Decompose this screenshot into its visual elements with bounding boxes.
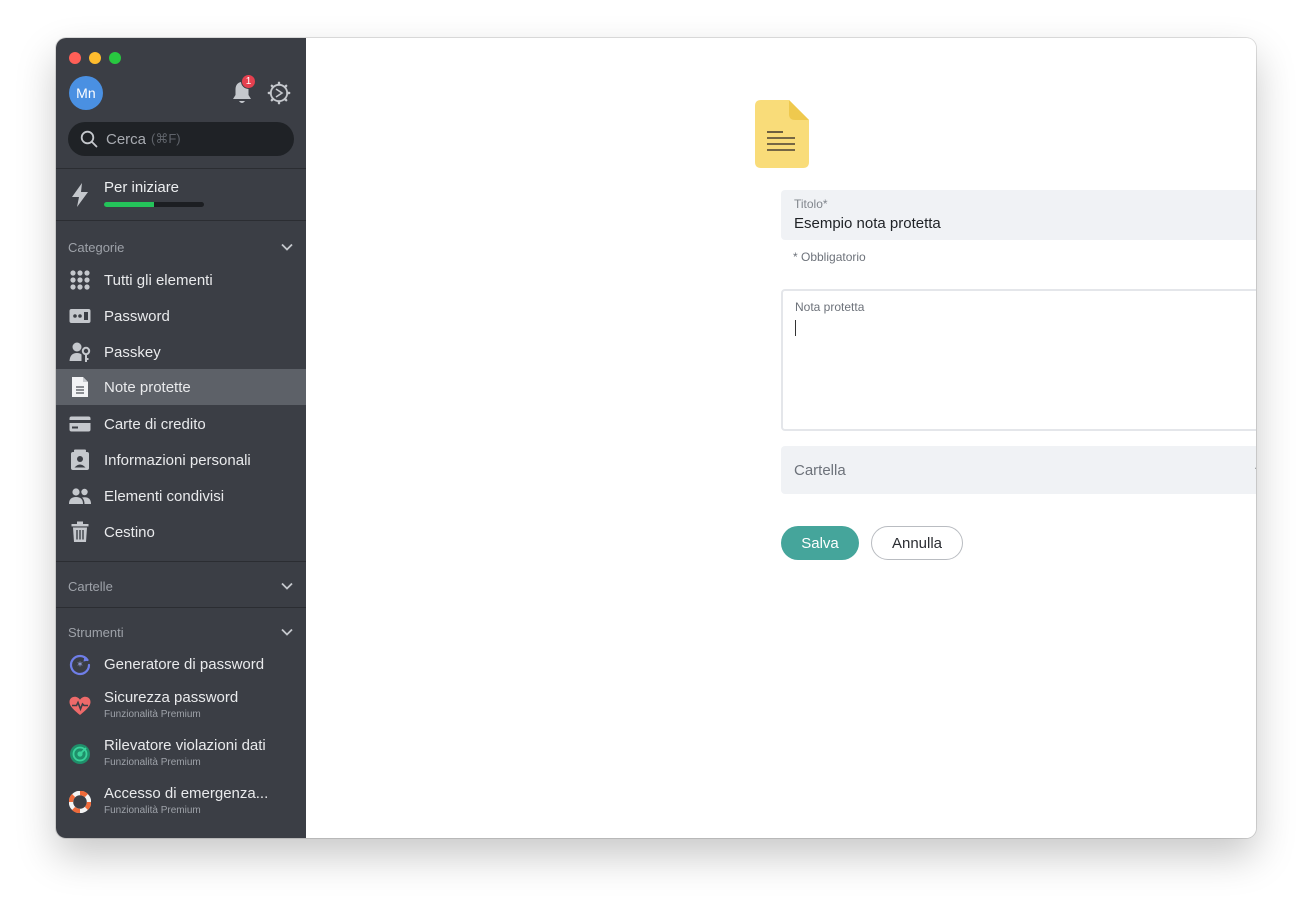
gear-icon[interactable]	[267, 81, 291, 105]
divider	[56, 607, 306, 608]
sidebar-item-label: Note protette	[104, 378, 191, 396]
chevron-down-icon	[281, 582, 293, 590]
chevron-down-icon	[281, 628, 293, 636]
sidebar-item-credit-cards[interactable]: Carte di credito	[56, 406, 306, 442]
sidebar-item-passkey[interactable]: Passkey	[56, 334, 306, 370]
avatar[interactable]: Mn	[69, 76, 103, 110]
sidebar-item-shared[interactable]: Elementi condivisi	[56, 478, 306, 514]
personal-info-icon	[68, 448, 92, 472]
tool-label: Generatore di password	[104, 656, 265, 673]
search-placeholder: Cerca	[106, 130, 147, 148]
folders-header[interactable]: Cartelle	[68, 576, 294, 596]
sidebar-item-label: Carte di credito	[104, 415, 206, 433]
secure-note-icon	[755, 100, 809, 168]
premium-badge: Funzionalità Premium	[104, 757, 201, 768]
title-field[interactable]: Titolo* Esempio nota protetta	[781, 190, 1256, 240]
credit-card-icon	[68, 412, 92, 436]
note-field-label: Nota protetta	[795, 300, 865, 314]
note-icon	[68, 375, 92, 399]
title-field-label: Titolo*	[794, 197, 828, 211]
sidebar-item-label: Cestino	[104, 523, 155, 541]
cancel-button[interactable]: Annulla	[871, 526, 963, 560]
shared-users-icon	[68, 484, 92, 508]
title-field-value[interactable]: Esempio nota protetta	[794, 215, 1256, 232]
divider	[56, 561, 306, 562]
premium-badge: Funzionalità Premium	[104, 805, 201, 816]
tools-title: Strumenti	[68, 624, 124, 640]
chevron-down-icon	[281, 243, 293, 251]
folder-select[interactable]: Cartella	[781, 446, 1256, 494]
grid-icon	[68, 268, 92, 292]
search-shortcut: (⌘F)	[151, 131, 181, 146]
progress-fill	[104, 202, 154, 207]
getting-started-label: Per iniziare	[104, 179, 180, 196]
tool-label: Accesso di emergenza...	[104, 785, 269, 802]
getting-started-item[interactable]: Per iniziare	[68, 178, 204, 208]
close-window-button[interactable]	[69, 52, 81, 64]
folder-select-placeholder: Cartella	[794, 461, 846, 479]
zoom-window-button[interactable]	[109, 52, 121, 64]
sidebar-item-label: Passkey	[104, 343, 161, 361]
sidebar: Mn 1 Cerca (⌘F) Per iniziare Categorie T…	[56, 38, 306, 838]
password-generator-icon: *	[68, 653, 92, 677]
tool-text: Sicurezza password Funzionalità Premium	[104, 689, 238, 722]
required-note: * Obbligatorio	[793, 250, 866, 264]
folders-title: Cartelle	[68, 578, 113, 594]
window-controls	[69, 52, 121, 64]
sidebar-item-label: Tutti gli elementi	[104, 271, 213, 289]
categories-title: Categorie	[68, 239, 125, 255]
sidebar-item-secure-notes[interactable]: Note protette	[56, 369, 306, 405]
divider	[56, 220, 306, 221]
lifebuoy-icon	[68, 790, 92, 814]
tools-header[interactable]: Strumenti	[68, 622, 294, 642]
search-input[interactable]: Cerca (⌘F)	[68, 122, 294, 156]
premium-badge: Funzionalità Premium	[104, 709, 201, 720]
text-caret	[795, 320, 796, 336]
tool-label: Sicurezza password	[104, 689, 239, 706]
sidebar-item-password[interactable]: Password	[56, 298, 306, 334]
sidebar-item-personal-info[interactable]: Informazioni personali	[56, 442, 306, 478]
save-button[interactable]: Salva	[781, 526, 859, 560]
notification-badge: 1	[241, 74, 256, 89]
tool-label: Rilevatore violazioni dati	[104, 737, 266, 754]
note-editor: Titolo* Esempio nota protetta * Obbligat…	[306, 38, 1256, 838]
svg-text:*: *	[77, 660, 83, 673]
app-window: Mn 1 Cerca (⌘F) Per iniziare Categorie T…	[56, 38, 1256, 838]
secure-note-textarea[interactable]: Nota protetta	[781, 289, 1256, 431]
password-icon	[68, 304, 92, 328]
tool-text: Accesso di emergenza... Funzionalità Pre…	[104, 785, 268, 818]
radar-icon	[68, 742, 92, 766]
tool-password-health[interactable]: Sicurezza password Funzionalità Premium	[56, 689, 306, 722]
search-icon	[80, 130, 98, 148]
divider	[56, 168, 306, 169]
sidebar-item-all-items[interactable]: Tutti gli elementi	[56, 262, 306, 298]
tool-emergency-access[interactable]: Accesso di emergenza... Funzionalità Pre…	[56, 785, 306, 818]
getting-started-progress	[104, 202, 204, 207]
sidebar-item-label: Elementi condivisi	[104, 487, 225, 505]
sidebar-item-label: Informazioni personali	[104, 451, 251, 469]
trash-icon	[68, 520, 92, 544]
chevron-down-icon	[1255, 467, 1256, 469]
tool-text: Generatore di password	[104, 653, 264, 674]
categories-header[interactable]: Categorie	[68, 237, 294, 257]
sidebar-item-trash[interactable]: Cestino	[56, 514, 306, 550]
sidebar-item-label: Password	[104, 307, 170, 325]
passkey-icon	[68, 340, 92, 364]
heart-pulse-icon	[68, 694, 92, 718]
minimize-window-button[interactable]	[89, 52, 101, 64]
tool-breach-scanner[interactable]: Rilevatore violazioni dati Funzionalità …	[56, 737, 306, 770]
tool-text: Rilevatore violazioni dati Funzionalità …	[104, 737, 266, 770]
tool-password-generator[interactable]: * Generatore di password	[56, 653, 306, 677]
lightning-icon	[72, 183, 88, 207]
